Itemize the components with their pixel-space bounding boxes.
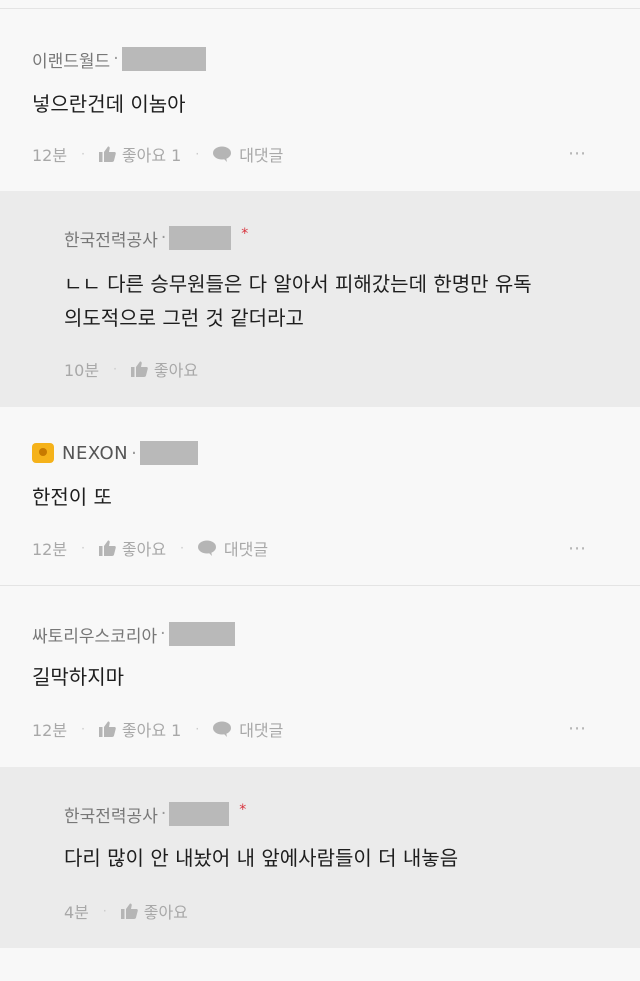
thumbs-up-icon	[120, 903, 138, 919]
comment-author: 싸토리우스코리아 ·	[32, 621, 235, 647]
redacted-user-id	[121, 47, 206, 71]
like-button[interactable]: 좋아요	[130, 357, 199, 381]
author-name[interactable]: 한국전력공사	[64, 226, 158, 251]
like-label: 좋아요	[121, 540, 167, 559]
thumbs-up-icon	[98, 540, 116, 556]
author-name[interactable]: 이랜드월드	[32, 47, 110, 72]
comment-text-line: 한전이 또	[32, 485, 112, 509]
comment-meta: 12분 · 좋아요 1 · 대댓글	[32, 717, 283, 741]
like-label: 좋아요	[153, 361, 199, 380]
reply-label: 대댓글	[223, 540, 269, 559]
comment-author: 이랜드월드 ·	[32, 46, 206, 72]
reply-label: 대댓글	[239, 146, 284, 165]
comment-author: 한국전력공사 · *	[64, 225, 248, 251]
thumbs-up-icon	[98, 721, 116, 737]
comment-text-line: 의도적으로 그런 것 같더라고	[64, 306, 304, 330]
like-label: 좋아요	[143, 903, 188, 922]
comment-author: NEXON ·	[32, 440, 199, 466]
redacted-user-id	[140, 441, 199, 465]
speech-bubble-icon	[213, 721, 232, 737]
comment-item: 싸토리우스코리아 · 길막하지마 12분 · 좋아요 1 · 대댓글 ⋯	[0, 586, 640, 766]
author-separator: ·	[160, 804, 167, 824]
author-separator: ·	[160, 228, 167, 248]
comment-meta: 12분 · 좋아요 · 대댓글	[32, 536, 268, 560]
meta-separator: ·	[113, 362, 117, 376]
more-options-icon[interactable]: ⋯	[568, 538, 589, 559]
comment-text: 다리 많이 안 내놨어 내 앞에사람들이 더 내놓음	[64, 841, 458, 875]
meta-separator: ·	[180, 541, 184, 555]
meta-separator: ·	[195, 722, 200, 736]
author-separator: ·	[113, 49, 119, 69]
like-button[interactable]: 좋아요 1	[98, 142, 182, 166]
like-label: 좋아요 1	[121, 721, 182, 740]
reply-label: 대댓글	[239, 721, 284, 740]
author-mark-icon: *	[241, 226, 249, 242]
comment-text: 넣으란건데 이놈아	[32, 87, 186, 121]
speech-bubble-icon	[197, 540, 216, 556]
comment-time: 12분	[32, 146, 68, 165]
like-label: 좋아요 1	[121, 146, 182, 165]
reply-item: 한국전력공사 · * ㄴㄴ 다른 승무원들은 다 알아서 피해갔는데 한명만 유…	[0, 191, 640, 407]
reply-button[interactable]: 대댓글	[213, 717, 283, 741]
meta-separator: ·	[102, 904, 107, 918]
comment-text-line: ㄴㄴ 다른 승무원들은 다 알아서 피해갔는데 한명만 유독	[64, 272, 532, 296]
comment-meta: 12분 · 좋아요 1 · 대댓글	[32, 142, 283, 166]
comment-time: 4분	[64, 903, 89, 922]
thumbs-up-icon	[130, 361, 148, 377]
comment-text-line: 길막하지마	[32, 665, 124, 689]
like-button[interactable]: 좋아요 1	[98, 717, 182, 741]
more-options-icon[interactable]: ⋯	[568, 718, 589, 739]
comment-meta: 10분 · 좋아요	[64, 357, 198, 381]
author-name[interactable]: NEXON	[62, 443, 128, 464]
comment-text: ㄴㄴ 다른 승무원들은 다 알아서 피해갔는데 한명만 유독 의도적으로 그런 …	[64, 267, 532, 335]
comment-item: NEXON · 한전이 또 12분 · 좋아요 · 대댓글 ⋯	[0, 408, 640, 585]
comment-time: 12분	[32, 540, 68, 559]
meta-separator: ·	[81, 147, 85, 161]
more-options-icon[interactable]: ⋯	[568, 143, 589, 164]
comment-item: 이랜드월드 · 넣으란건데 이놈아 12분 · 좋아요 1 · 대댓글 ⋯	[0, 10, 640, 190]
comment-time: 12분	[32, 721, 68, 740]
meta-separator: ·	[195, 147, 200, 161]
thumbs-up-icon	[98, 146, 116, 162]
nexon-badge-icon	[32, 443, 54, 463]
author-separator: ·	[131, 442, 138, 464]
reply-item: 한국전력공사 · * 다리 많이 안 내놨어 내 앞에사람들이 더 내놓음 4분…	[0, 767, 640, 948]
divider	[0, 8, 640, 9]
comment-meta: 4분 · 좋아요	[64, 899, 188, 923]
meta-separator: ·	[81, 541, 85, 555]
author-name[interactable]: 싸토리우스코리아	[32, 622, 157, 647]
author-name[interactable]: 한국전력공사	[64, 802, 158, 827]
like-button[interactable]: 좋아요	[98, 536, 167, 560]
speech-bubble-icon	[213, 146, 232, 162]
comment-author: 한국전력공사 · *	[64, 801, 246, 827]
redacted-user-id	[168, 622, 235, 646]
comment-text-line: 넣으란건데 이놈아	[32, 92, 186, 116]
redacted-user-id	[169, 802, 230, 826]
comment-text: 길막하지마	[32, 660, 124, 694]
reply-button[interactable]: 대댓글	[213, 142, 283, 166]
author-separator: ·	[160, 624, 166, 644]
like-button[interactable]: 좋아요	[120, 899, 188, 923]
comment-text: 한전이 또	[32, 480, 112, 514]
redacted-user-id	[169, 226, 232, 250]
meta-separator: ·	[81, 722, 85, 736]
author-mark-icon: *	[239, 802, 247, 818]
reply-button[interactable]: 대댓글	[197, 536, 269, 560]
comment-text-line: 다리 많이 안 내놨어 내 앞에사람들이 더 내놓음	[64, 846, 459, 870]
comment-time: 10분	[64, 361, 100, 380]
